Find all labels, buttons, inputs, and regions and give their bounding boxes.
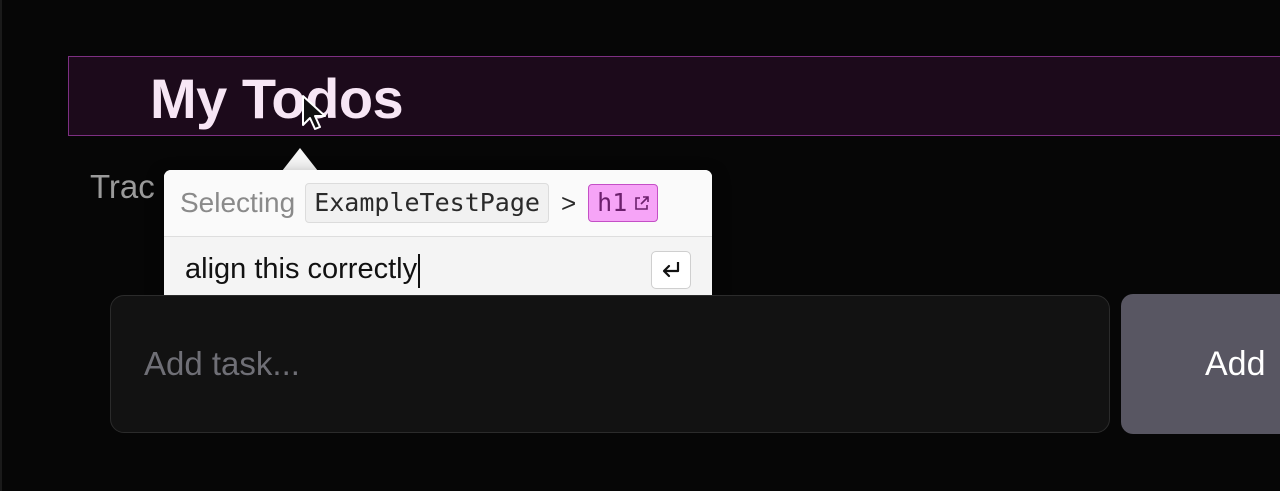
text-caret [418,253,421,288]
mouse-pointer-icon [302,95,326,130]
element-inspector-popover: Selecting ExampleTestPage > h1 align thi… [164,170,712,305]
element-tag-chip[interactable]: h1 [588,184,659,222]
instruction-text: align this correctly [185,253,418,286]
element-tag-label: h1 [597,188,628,217]
add-task-button[interactable]: Add [1121,294,1280,434]
return-icon [662,262,680,278]
instruction-input[interactable]: align this correctly [185,253,421,288]
selection-breadcrumb: Selecting ExampleTestPage > h1 [164,170,712,237]
page-subtitle: Trac [90,168,155,205]
instruction-row: align this correctly [164,237,712,304]
page: My Todos Trac Selecting ExampleTestPage … [0,0,1280,491]
window-edge [0,0,2,491]
add-task-input[interactable] [110,295,1110,433]
component-chip[interactable]: ExampleTestPage [305,183,549,223]
popover-arrow [282,148,318,171]
page-title[interactable]: My Todos [150,64,404,134]
submit-button[interactable] [651,251,691,289]
external-link-icon [635,195,650,210]
selecting-label: Selecting [180,187,296,218]
breadcrumb-separator: > [560,187,577,218]
